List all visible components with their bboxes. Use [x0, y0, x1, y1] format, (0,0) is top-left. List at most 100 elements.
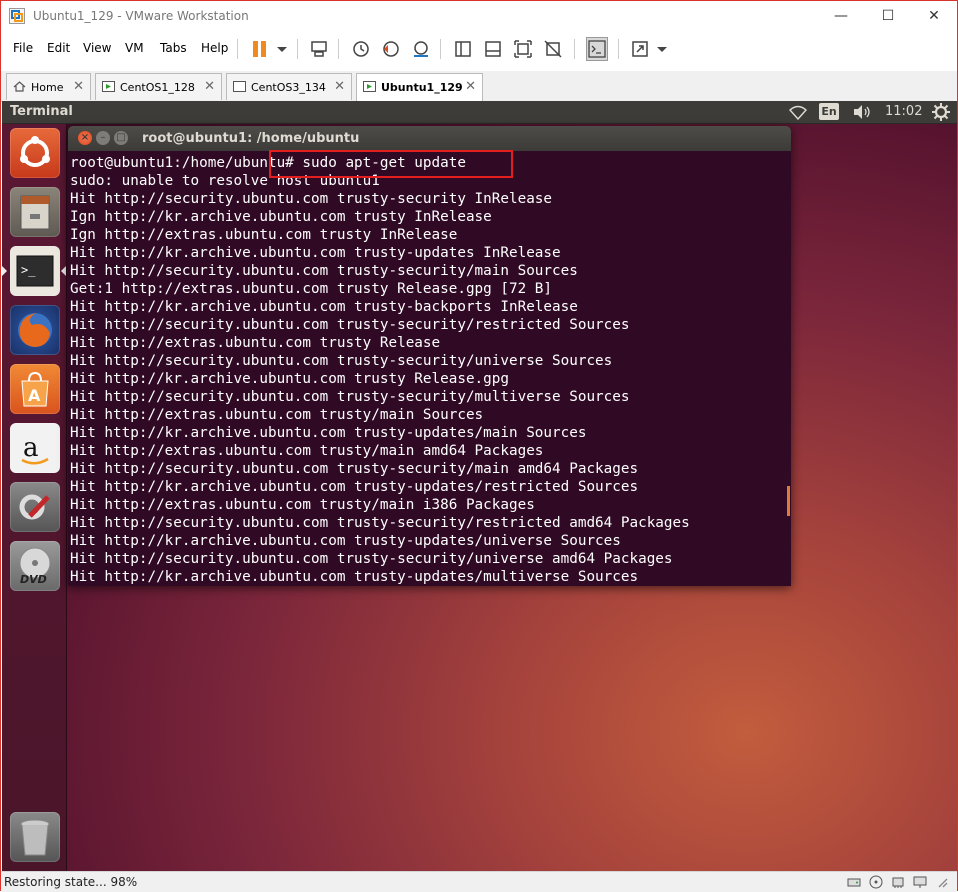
menu-help[interactable]: Help	[201, 41, 228, 55]
display-icon[interactable]	[913, 875, 927, 889]
ubuntu-top-panel: Terminal En 11:02	[2, 101, 957, 124]
network-icon[interactable]	[788, 104, 808, 120]
send-ctrl-alt-del-icon[interactable]	[308, 37, 330, 61]
menu-vm[interactable]: VM	[125, 41, 144, 55]
volume-icon[interactable]	[852, 104, 872, 120]
svg-text:a: a	[23, 433, 39, 463]
home-icon	[13, 81, 26, 92]
toolbar-separator	[338, 39, 339, 59]
network-adapter-icon[interactable]	[891, 875, 905, 889]
terminal-line: Get:1 http://extras.ubuntu.com trusty Re…	[70, 281, 553, 297]
tab-centos1[interactable]: CentOS1_128 ✕	[95, 73, 222, 100]
status-bar: Restoring state... 98%	[1, 871, 957, 892]
thumbnail-bar-icon[interactable]	[482, 37, 504, 61]
terminal-title: root@ubuntu1: /home/ubuntu	[142, 131, 360, 146]
terminal-line: Hit http://security.ubuntu.com trusty-se…	[70, 515, 690, 531]
ubuntu-dash-icon[interactable]	[10, 128, 60, 178]
unity-icon[interactable]	[542, 37, 564, 61]
close-icon[interactable]: ✕	[73, 79, 84, 94]
terminal-window[interactable]: × – □ root@ubuntu1: /home/ubuntu root@ub…	[68, 126, 791, 586]
menu-view[interactable]: View	[83, 41, 111, 55]
terminal-line: Hit http://extras.ubuntu.com trusty/main…	[70, 407, 484, 423]
manage-snapshots-icon[interactable]	[410, 37, 432, 61]
dvd-icon[interactable]: DVD	[10, 541, 60, 591]
terminal-line: Hit http://security.ubuntu.com trusty-se…	[70, 317, 630, 333]
close-icon[interactable]: ✕	[334, 79, 345, 94]
terminal-line: Hit http://security.ubuntu.com trusty-se…	[70, 191, 553, 207]
command-highlight-box	[269, 150, 513, 178]
fit-window-icon[interactable]	[629, 37, 651, 61]
terminal-line: Ign http://kr.archive.ubuntu.com trusty …	[70, 209, 492, 225]
close-icon[interactable]: ✕	[465, 79, 476, 94]
terminal-line: Hit http://kr.archive.ubuntu.com trusty-…	[70, 425, 587, 441]
maximize-icon[interactable]: □	[114, 131, 128, 145]
toolbar-separator	[237, 39, 238, 59]
snapshot-icon[interactable]	[350, 37, 372, 61]
system-settings-icon[interactable]	[10, 482, 60, 532]
menu-tabs[interactable]: Tabs	[160, 41, 187, 55]
svg-text:A: A	[28, 386, 41, 405]
close-icon[interactable]: ×	[78, 131, 92, 145]
chevron-down-icon[interactable]	[651, 37, 673, 61]
terminal-line: Hit http://extras.ubuntu.com trusty Rele…	[70, 335, 441, 351]
show-library-icon[interactable]	[452, 37, 474, 61]
status-text: Restoring state... 98%	[4, 875, 138, 889]
menu-file[interactable]: File	[13, 41, 33, 55]
svg-text:DVD: DVD	[20, 573, 47, 586]
tab-home[interactable]: Home ✕	[6, 73, 91, 100]
trash-icon[interactable]	[10, 812, 60, 862]
tab-label: Home	[31, 81, 64, 94]
maximize-button[interactable]: ☐	[865, 5, 911, 29]
guest-display[interactable]: Terminal En 11:02 >_ A a DVD × – □ root@…	[2, 101, 957, 871]
terminal-line: Hit http://kr.archive.ubuntu.com trusty …	[70, 371, 509, 387]
tab-label: Ubuntu1_129	[381, 81, 463, 94]
active-indicator	[2, 266, 7, 276]
close-button[interactable]: ✕	[911, 5, 957, 29]
vm-icon	[363, 81, 376, 92]
keyboard-language-badge[interactable]: En	[819, 103, 839, 120]
terminal-line: Hit http://security.ubuntu.com trusty-se…	[70, 389, 630, 405]
hard-disk-icon[interactable]	[847, 875, 861, 889]
menu-edit[interactable]: Edit	[47, 41, 70, 55]
terminal-line: Hit http://kr.archive.ubuntu.com trusty-…	[70, 533, 621, 549]
revert-snapshot-icon[interactable]	[380, 37, 402, 61]
terminal-line: Hit http://kr.archive.ubuntu.com trusty-…	[70, 479, 639, 495]
resize-grip-icon[interactable]	[935, 875, 949, 889]
firefox-icon[interactable]	[10, 305, 60, 355]
tab-label: CentOS1_128	[120, 81, 195, 94]
terminal-title-bar[interactable]: × – □ root@ubuntu1: /home/ubuntu	[68, 126, 791, 151]
toolbar-separator	[440, 39, 441, 59]
gear-icon[interactable]	[932, 103, 950, 121]
window-title: Ubuntu1_129 - VMware Workstation	[33, 9, 249, 23]
tab-label: CentOS3_134	[251, 81, 326, 94]
minimize-button[interactable]: —	[818, 5, 864, 29]
chevron-down-icon[interactable]	[271, 37, 293, 61]
clock[interactable]: 11:02	[885, 104, 922, 119]
terminal-line: Hit http://security.ubuntu.com trusty-se…	[70, 353, 613, 369]
files-icon[interactable]	[10, 187, 60, 237]
toolbar-separator	[574, 39, 575, 59]
terminal-line: Hit http://security.ubuntu.com trusty-se…	[70, 263, 578, 279]
terminal-line: Hit http://kr.archive.ubuntu.com trusty-…	[70, 245, 561, 261]
cd-rom-icon[interactable]	[869, 875, 883, 889]
tab-ubuntu1[interactable]: Ubuntu1_129 ✕	[356, 73, 483, 102]
close-icon[interactable]: ✕	[204, 79, 215, 94]
terminal-scroll-indicator[interactable]	[787, 486, 790, 516]
software-center-icon[interactable]: A	[10, 364, 60, 414]
terminal-line: Hit http://security.ubuntu.com trusty-se…	[70, 551, 673, 567]
active-app-title: Terminal	[10, 104, 73, 119]
tab-centos3[interactable]: CentOS3_134 ✕	[226, 73, 352, 100]
menu-bar: File Edit View VM Tabs Help	[1, 35, 957, 65]
svg-text:>_: >_	[21, 263, 36, 277]
terminal-output[interactable]: root@ubuntu1:/home/ubuntu# sudo apt-get …	[70, 154, 785, 586]
full-screen-icon[interactable]	[512, 37, 534, 61]
terminal-line: Hit http://kr.archive.ubuntu.com trusty-…	[70, 299, 578, 315]
pause-icon[interactable]	[249, 37, 271, 61]
vmware-app-icon	[9, 8, 25, 24]
minimize-icon[interactable]: –	[96, 131, 110, 145]
terminal-icon[interactable]: >_	[10, 246, 60, 296]
console-view-icon[interactable]	[586, 37, 608, 61]
terminal-line: Ign http://extras.ubuntu.com trusty InRe…	[70, 227, 458, 243]
amazon-icon[interactable]: a	[10, 423, 60, 473]
terminal-line: Hit http://kr.archive.ubuntu.com trusty-…	[70, 569, 639, 585]
